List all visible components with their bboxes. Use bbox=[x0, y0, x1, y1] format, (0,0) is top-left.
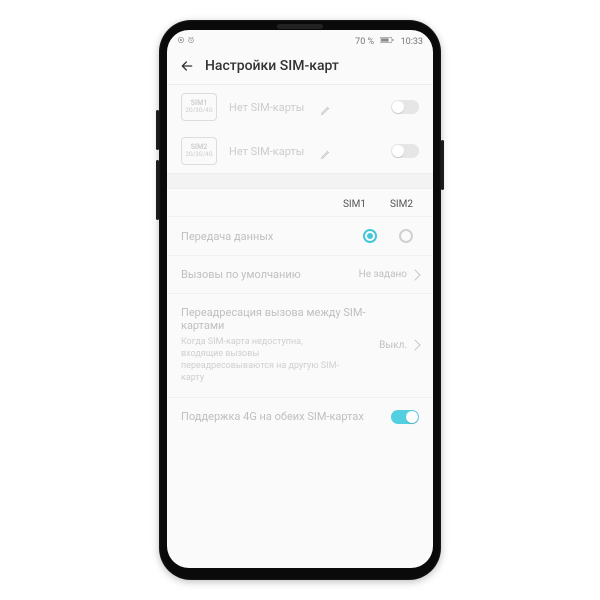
chevron-right-icon bbox=[409, 269, 420, 280]
edit-icon[interactable] bbox=[320, 101, 332, 113]
phone-side-button bbox=[156, 160, 159, 220]
row-call-forwarding[interactable]: Переадресация вызова между SIM-картами К… bbox=[167, 293, 433, 397]
sim2-toggle[interactable] bbox=[391, 144, 419, 158]
col-sim1: SIM1 bbox=[343, 199, 366, 210]
row-label: Поддержка 4G на обеих SIM-картах bbox=[181, 410, 391, 423]
row-label: Вызовы по умолчанию bbox=[181, 268, 359, 281]
battery-icon bbox=[380, 36, 394, 47]
row-value: Выкл. bbox=[379, 340, 407, 351]
row-label: Передача данных bbox=[181, 230, 363, 243]
row-default-calls[interactable]: Вызовы по умолчанию Не задано bbox=[167, 255, 433, 293]
sim-status-text: Нет SIM-карты bbox=[229, 145, 304, 158]
clock-text: 10:33 bbox=[401, 37, 423, 47]
phone-frame: 70 % 10:33 Настройки SIM-карт SIM1 2G/3G… bbox=[159, 20, 441, 580]
sim-card-icon: SIM1 2G/3G/4G bbox=[181, 93, 217, 121]
phone-side-button bbox=[441, 140, 444, 190]
row-label: Переадресация вызова между SIM-картами bbox=[181, 306, 379, 332]
row-dual-4g[interactable]: Поддержка 4G на обеих SIM-картах bbox=[167, 397, 433, 436]
location-icon bbox=[177, 36, 185, 47]
phone-speaker bbox=[277, 24, 323, 29]
sim1-toggle[interactable] bbox=[391, 100, 419, 114]
section-divider bbox=[167, 173, 433, 189]
row-subtext: Когда SIM-карта недоступна, входящие выз… bbox=[181, 336, 346, 385]
sim-slot-2[interactable]: SIM2 2G/3G/4G Нет SIM-карты bbox=[167, 129, 433, 173]
battery-text: 70 % bbox=[355, 37, 374, 47]
back-button[interactable] bbox=[179, 58, 195, 74]
sim-radio-group bbox=[363, 229, 419, 243]
phone-side-button bbox=[156, 110, 159, 150]
dual-4g-toggle[interactable] bbox=[391, 410, 419, 424]
title-bar: Настройки SIM-карт bbox=[167, 50, 433, 84]
screen: 70 % 10:33 Настройки SIM-карт SIM1 2G/3G… bbox=[167, 30, 433, 568]
sim-card-icon: SIM2 2G/3G/4G bbox=[181, 137, 217, 165]
sim-slot-1[interactable]: SIM1 2G/3G/4G Нет SIM-карты bbox=[167, 85, 433, 129]
sim-chip-bands: 2G/3G/4G bbox=[185, 152, 212, 159]
row-value: Не задано bbox=[359, 269, 407, 280]
chevron-right-icon bbox=[409, 340, 420, 351]
radio-sim1[interactable] bbox=[363, 229, 377, 243]
status-bar: 70 % 10:33 bbox=[167, 30, 433, 50]
col-sim2: SIM2 bbox=[390, 199, 413, 210]
sim-status-text: Нет SIM-карты bbox=[229, 101, 304, 114]
sim-chip-bands: 2G/3G/4G bbox=[185, 108, 212, 115]
radio-sim2[interactable] bbox=[399, 229, 413, 243]
alarm-icon bbox=[187, 36, 195, 47]
edit-icon[interactable] bbox=[320, 145, 332, 157]
status-right: 70 % 10:33 bbox=[351, 36, 423, 47]
sim-column-header: SIM1 SIM2 bbox=[167, 189, 433, 216]
status-left bbox=[177, 36, 195, 47]
page-title: Настройки SIM-карт bbox=[205, 58, 339, 74]
row-data-transfer[interactable]: Передача данных bbox=[167, 216, 433, 255]
